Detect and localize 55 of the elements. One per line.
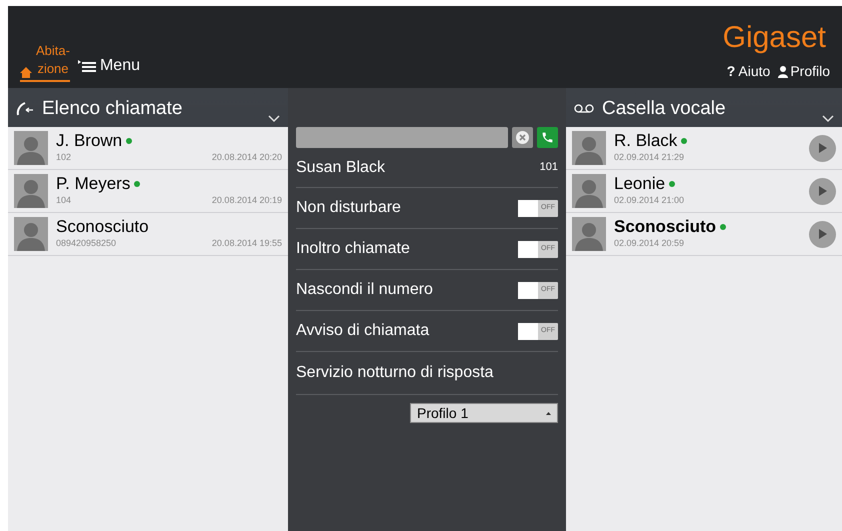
message-time: 02.09.2014 21:29 — [614, 151, 686, 164]
message-time: 02.09.2014 21:00 — [614, 194, 686, 208]
contact-name: Leonie — [614, 174, 666, 194]
clear-button[interactable] — [512, 127, 533, 148]
call-time: 20.08.2014 20:20 — [212, 151, 282, 164]
play-button[interactable] — [809, 178, 836, 204]
user-name: Susan Black — [296, 158, 385, 178]
caret-icon — [546, 412, 551, 414]
section-title: Casella vocale — [602, 96, 726, 120]
home-icon — [20, 67, 32, 78]
close-icon — [516, 131, 529, 144]
chevron-down-icon[interactable] — [268, 115, 280, 123]
profile-link[interactable]: Profilo — [778, 61, 830, 82]
contact-name: Sconosciuto — [56, 217, 149, 237]
contact-name: P. Meyers — [56, 174, 130, 194]
avatar-icon — [14, 174, 48, 208]
avatar-icon — [572, 174, 606, 208]
call-time: 20.08.2014 20:19 — [212, 194, 282, 207]
play-button[interactable] — [809, 134, 836, 162]
section-title: Elenco chiamate — [42, 96, 182, 120]
setting-label: Inoltro chiamate — [296, 239, 410, 259]
phone-number: 089420958250 — [56, 237, 116, 250]
call-time: 20.08.2014 19:55 — [212, 237, 282, 250]
play-icon — [818, 143, 826, 153]
message-time: 02.09.2014 20:59 — [614, 237, 686, 250]
dial-field[interactable] — [296, 127, 508, 148]
contact-name: R. Black — [614, 131, 678, 152]
play-button[interactable] — [809, 220, 836, 248]
avatar-icon — [572, 217, 606, 251]
chevron-down-icon[interactable] — [822, 115, 834, 123]
contact-name: Sconosciuto — [614, 217, 716, 238]
voicemail-icon — [574, 104, 594, 114]
phone-icon — [16, 102, 34, 116]
setting-label: Non disturbare — [296, 198, 401, 218]
avatar-icon — [14, 217, 48, 251]
brand-logo: Gigaset — [722, 23, 826, 53]
avatar-icon — [14, 131, 48, 165]
menu-icon — [78, 60, 96, 72]
call-button[interactable] — [537, 127, 558, 148]
menu-button[interactable]: Menu — [78, 54, 140, 82]
phone-number: 102 — [56, 151, 72, 164]
avatar-icon — [572, 131, 606, 165]
setting-label: Nascondi il numero — [296, 280, 433, 300]
phone-icon — [541, 131, 554, 144]
play-icon — [818, 229, 826, 239]
profile-select[interactable]: Profilo 1 — [410, 403, 558, 423]
setting-label: Avviso di chiamata — [296, 321, 430, 341]
phone-number: 104 — [56, 194, 72, 207]
setting-label: Servizio notturno di risposta — [296, 363, 494, 383]
play-icon — [818, 186, 826, 196]
person-icon — [778, 66, 788, 78]
home-tab[interactable]: Abita- zione — [20, 42, 70, 82]
help-link[interactable]: ? Aiuto — [726, 61, 770, 82]
contact-name: J. Brown — [56, 131, 122, 151]
extension-number: 101 — [540, 160, 558, 176]
